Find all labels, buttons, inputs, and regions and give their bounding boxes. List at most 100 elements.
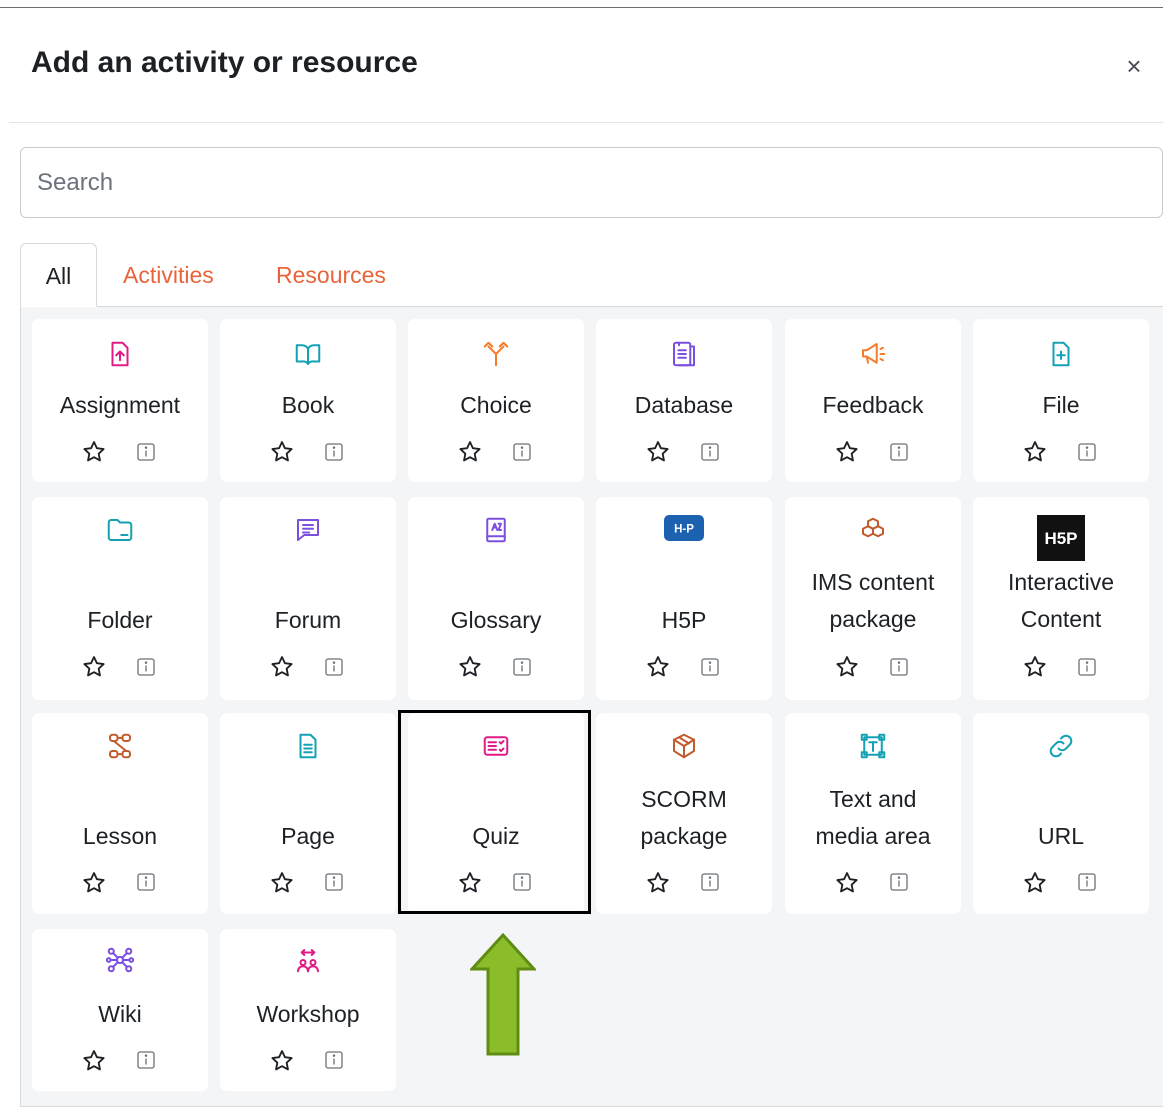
star-icon[interactable] <box>645 439 671 465</box>
activity-card-scorm[interactable]: SCORM package <box>596 713 772 914</box>
info-icon[interactable] <box>512 657 532 677</box>
activity-name: SCORM package <box>640 786 728 849</box>
activity-card-page[interactable]: Page <box>220 713 396 914</box>
activity-name: Page <box>281 823 335 849</box>
info-icon[interactable] <box>889 657 909 677</box>
star-icon[interactable] <box>81 1048 107 1074</box>
activity-name: Text and media area <box>815 786 931 849</box>
info-icon[interactable] <box>136 657 156 677</box>
info-icon[interactable] <box>324 657 344 677</box>
info-icon[interactable] <box>136 442 156 462</box>
star-icon[interactable] <box>834 439 860 465</box>
database-icon <box>596 339 772 374</box>
info-icon[interactable] <box>512 442 532 462</box>
activity-name: Workshop <box>256 1001 360 1027</box>
info-icon[interactable] <box>1077 442 1097 462</box>
assignment-icon <box>32 339 208 374</box>
dialog-title: Add an activity or resource <box>31 46 418 79</box>
top-divider <box>0 7 1163 8</box>
scorm-icon <box>596 731 772 766</box>
activity-name: Feedback <box>822 392 924 418</box>
star-icon[interactable] <box>269 870 295 896</box>
activity-name: H5P <box>661 607 707 633</box>
info-icon[interactable] <box>324 1050 344 1070</box>
star-icon[interactable] <box>269 654 295 680</box>
folder-icon <box>32 515 208 550</box>
activity-card-book[interactable]: Book <box>220 319 396 482</box>
activity-card-glossary[interactable]: Glossary <box>408 497 584 700</box>
info-icon[interactable] <box>700 657 720 677</box>
activity-card-h5p[interactable]: H-P H5P <box>596 497 772 700</box>
star-icon[interactable] <box>834 870 860 896</box>
tab-all[interactable]: All <box>20 243 97 307</box>
activity-name: Interactive Content <box>1007 569 1115 632</box>
star-icon[interactable] <box>269 439 295 465</box>
activity-card-url[interactable]: URL <box>973 713 1149 914</box>
star-icon[interactable] <box>645 870 671 896</box>
info-icon[interactable] <box>136 1050 156 1070</box>
activity-card-lesson[interactable]: Lesson <box>32 713 208 914</box>
activity-card-file[interactable]: File <box>973 319 1149 482</box>
search-input[interactable] <box>20 147 1163 218</box>
activity-name: Folder <box>87 607 153 633</box>
close-icon[interactable]: × <box>1118 50 1150 82</box>
activity-name: File <box>1042 392 1080 418</box>
activity-card-feedback[interactable]: Feedback <box>785 319 961 482</box>
star-icon[interactable] <box>81 654 107 680</box>
info-icon[interactable] <box>889 442 909 462</box>
activity-name: Book <box>281 392 335 418</box>
star-icon[interactable] <box>1022 654 1048 680</box>
star-icon[interactable] <box>457 654 483 680</box>
activity-card-forum[interactable]: Forum <box>220 497 396 700</box>
activity-name: Choice <box>460 392 532 418</box>
activity-name: Database <box>634 392 734 418</box>
info-icon[interactable] <box>700 872 720 892</box>
activity-card-folder[interactable]: Folder <box>32 497 208 700</box>
url-icon <box>973 731 1149 766</box>
activity-card-database[interactable]: Database <box>596 319 772 482</box>
header-divider <box>9 122 1163 123</box>
star-icon[interactable] <box>834 654 860 680</box>
info-icon[interactable] <box>889 872 909 892</box>
activity-name: IMS content package <box>811 569 935 632</box>
activity-card-choice[interactable]: Choice <box>408 319 584 482</box>
info-icon[interactable] <box>136 872 156 892</box>
workshop-icon <box>220 945 396 980</box>
star-icon[interactable] <box>81 870 107 896</box>
tab-activities[interactable]: Activities <box>123 243 214 307</box>
star-icon[interactable] <box>81 439 107 465</box>
wiki-icon <box>32 945 208 980</box>
star-icon[interactable] <box>1022 870 1048 896</box>
tab-resources[interactable]: Resources <box>276 243 386 307</box>
glossary-icon <box>408 515 584 550</box>
star-icon[interactable] <box>457 439 483 465</box>
info-icon[interactable] <box>1077 657 1097 677</box>
info-icon[interactable] <box>324 872 344 892</box>
activity-card-wiki[interactable]: Wiki <box>32 929 208 1091</box>
star-icon[interactable] <box>1022 439 1048 465</box>
file-icon <box>973 339 1149 374</box>
activity-card-quiz[interactable]: Quiz <box>408 713 584 914</box>
activity-card-h5p-dark[interactable]: H5P Interactive Content <box>973 497 1149 700</box>
ims-package-icon <box>785 515 961 550</box>
activity-name: URL <box>1037 823 1084 849</box>
star-icon[interactable] <box>269 1048 295 1074</box>
h5p-dark-icon: H5P <box>973 515 1149 566</box>
quiz-icon <box>408 731 584 766</box>
page-icon <box>220 731 396 766</box>
star-icon[interactable] <box>457 870 483 896</box>
activity-card-ims-package[interactable]: IMS content package <box>785 497 961 700</box>
info-icon[interactable] <box>1077 872 1097 892</box>
h5p-badge-text: H-P <box>674 524 694 536</box>
choice-icon <box>408 339 584 374</box>
activity-name: Quiz <box>472 823 520 849</box>
activity-card-workshop[interactable]: Workshop <box>220 929 396 1091</box>
info-icon[interactable] <box>324 442 344 462</box>
activity-name: Glossary <box>450 607 542 633</box>
activity-card-text-media[interactable]: Text and media area <box>785 713 961 914</box>
activity-card-assignment[interactable]: Assignment <box>32 319 208 482</box>
lesson-icon <box>32 731 208 766</box>
star-icon[interactable] <box>645 654 671 680</box>
info-icon[interactable] <box>700 442 720 462</box>
info-icon[interactable] <box>512 872 532 892</box>
